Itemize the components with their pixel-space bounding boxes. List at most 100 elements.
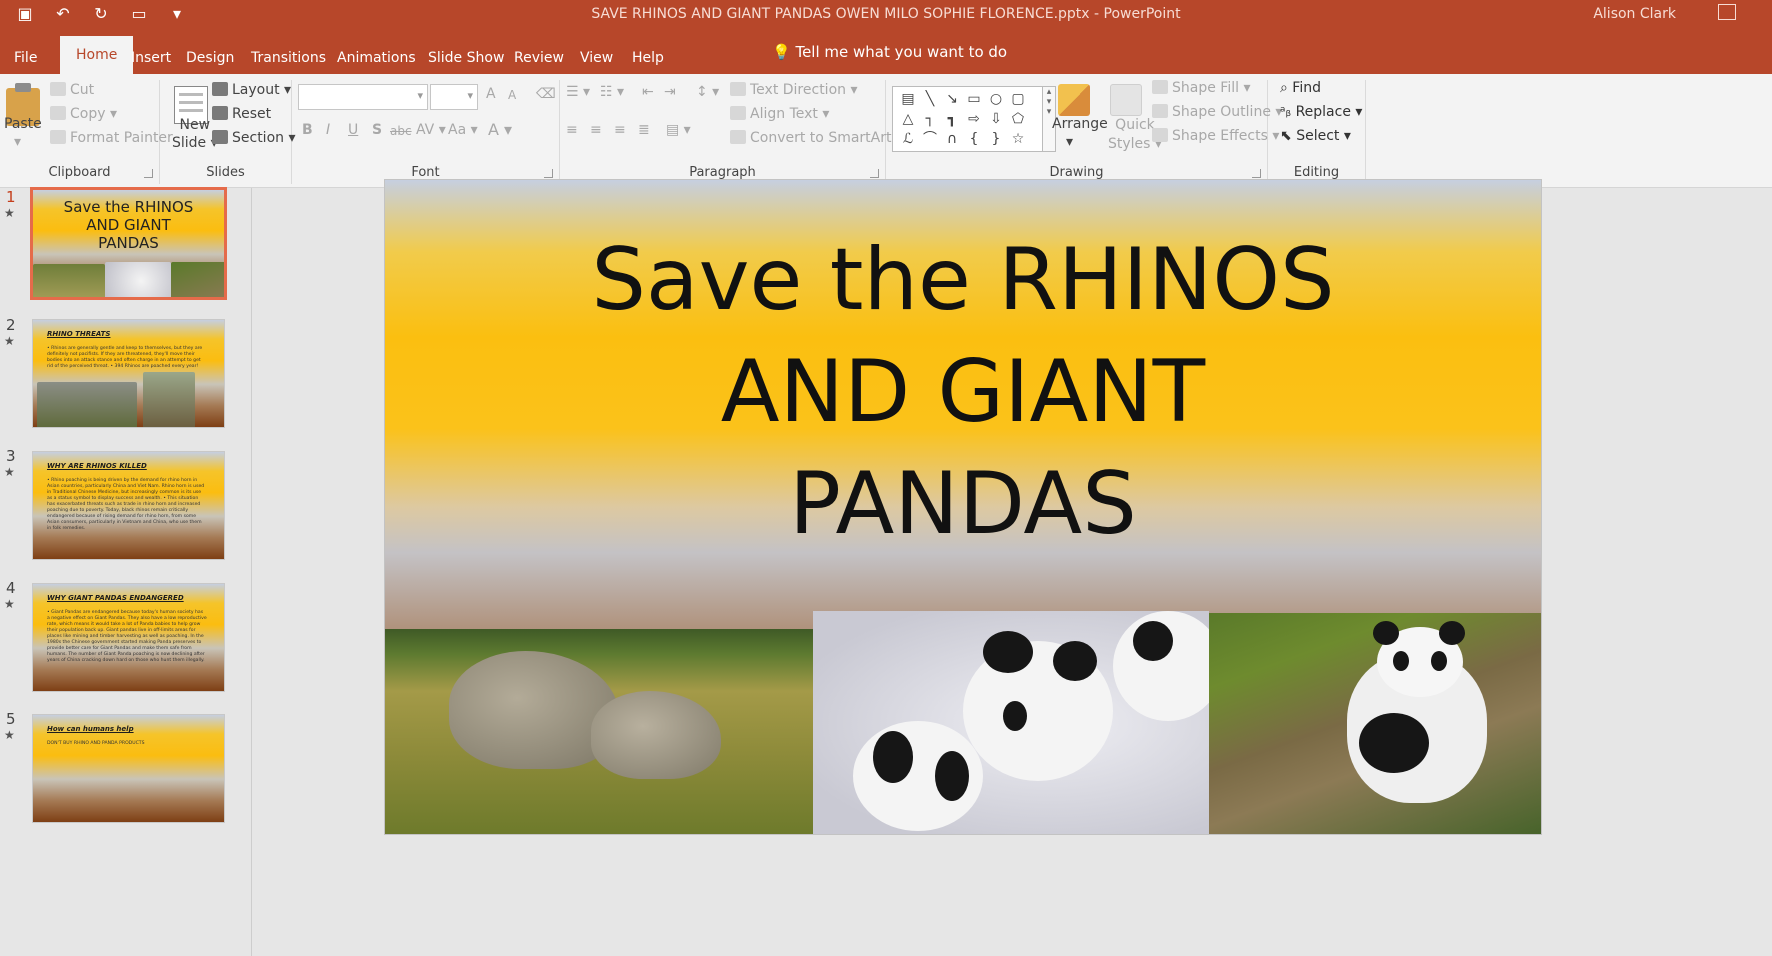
section-icon (212, 130, 228, 144)
bold-button[interactable]: B (302, 122, 313, 138)
reset-button[interactable]: Reset (212, 106, 271, 122)
align-right-icon[interactable]: ≡ (614, 122, 626, 138)
align-center-icon[interactable]: ≡ (590, 122, 602, 138)
panda-cubs-photo[interactable] (813, 611, 1209, 834)
line-shape-icon[interactable]: ╲ (919, 89, 941, 109)
left-brace-shape-icon[interactable]: { (963, 129, 985, 149)
tab-transitions[interactable]: Transitions (239, 42, 338, 74)
elbow-connector-icon[interactable]: ┐ (919, 109, 941, 129)
tab-file[interactable]: File (2, 42, 49, 74)
curve-shape-icon[interactable]: ∩ (941, 129, 963, 149)
panda-ear (1373, 621, 1399, 645)
underline-button[interactable]: U (348, 122, 358, 138)
shrink-font-icon[interactable]: A (508, 88, 516, 102)
text-direction-icon (730, 82, 746, 96)
star-shape-icon[interactable]: ☆ (1007, 129, 1029, 149)
cub-eye-patch (873, 731, 913, 783)
tab-animations[interactable]: Animations (325, 42, 428, 74)
strikethrough-button[interactable]: abc (390, 124, 412, 138)
oval-shape-icon[interactable]: ○ (985, 89, 1007, 109)
grow-font-icon[interactable]: A (486, 86, 496, 102)
paste-button[interactable]: Paste (4, 116, 42, 132)
rectangle-shape-icon[interactable]: ▭ (963, 89, 985, 109)
clear-formatting-icon[interactable]: ⌫ (536, 86, 556, 102)
font-label: Font (411, 165, 440, 180)
copy-button[interactable]: Copy ▾ (50, 106, 117, 122)
user-name[interactable]: Alison Clark (1593, 6, 1676, 22)
right-arrow-shape-icon[interactable]: ⇨ (963, 109, 985, 129)
quick-styles-icon[interactable] (1110, 84, 1142, 116)
decrease-indent-icon[interactable]: ⇤ (642, 84, 654, 100)
format-painter-button[interactable]: Format Painter (50, 130, 173, 146)
arrange-button[interactable]: Arrange (1052, 116, 1108, 132)
arc-shape-icon[interactable]: ⌒ (919, 129, 941, 149)
select-label: Select (1296, 128, 1340, 144)
textbox-shape-icon[interactable]: ▤ (897, 89, 919, 109)
tab-help[interactable]: Help (620, 42, 676, 74)
tell-me-box[interactable]: 💡 Tell me what you want to do (772, 43, 1007, 61)
new-slide-button[interactable]: New Slide ▾ (172, 116, 218, 152)
arrow-line-shape-icon[interactable]: ↘ (941, 89, 963, 109)
columns-button[interactable]: ▤ ▾ (666, 122, 691, 138)
shape-fill-label: Shape Fill (1172, 80, 1239, 96)
change-case-button[interactable]: Aa ▾ (448, 122, 478, 138)
shape-fill-button[interactable]: Shape Fill ▾ (1152, 80, 1250, 96)
tab-design[interactable]: Design (174, 42, 246, 74)
elbow-arrow-icon[interactable]: ┓ (941, 109, 963, 129)
ribbon-display-options-icon[interactable] (1718, 4, 1736, 20)
justify-icon[interactable]: ≣ (638, 122, 650, 138)
text-direction-button[interactable]: Text Direction ▾ (730, 82, 858, 98)
layout-button[interactable]: Layout ▾ (212, 82, 291, 98)
font-name-box[interactable] (298, 84, 428, 110)
align-text-button[interactable]: Align Text ▾ (730, 106, 829, 122)
slide-thumbnail-4[interactable]: WHY GIANT PANDAS ENDANGERED • Giant Pand… (32, 583, 225, 692)
select-button[interactable]: ⬉ Select ▾ (1280, 128, 1351, 144)
current-slide[interactable]: Save the RHINOS AND GIANT PANDAS (384, 179, 1542, 835)
italic-button[interactable]: I (326, 122, 330, 138)
text-shadow-button[interactable]: S (372, 122, 382, 138)
rhino-photo[interactable] (385, 629, 813, 834)
shape-outline-button[interactable]: Shape Outline ▾ (1152, 104, 1282, 120)
magnifier-icon: ⌕ (1280, 80, 1288, 96)
drawing-launcher-icon[interactable] (1252, 169, 1261, 178)
down-arrow-shape-icon[interactable]: ⇩ (985, 109, 1007, 129)
bullets-button[interactable]: ☰ ▾ (566, 84, 590, 100)
paragraph-launcher-icon[interactable] (870, 169, 879, 178)
tab-review[interactable]: Review (502, 42, 576, 74)
slide-thumbnail-2[interactable]: RHINO THREATS • Rhinos are generally gen… (32, 319, 225, 428)
convert-smartart-button[interactable]: Convert to SmartArt ▾ (730, 130, 903, 146)
giant-panda-photo[interactable] (1209, 613, 1541, 834)
scribble-shape-icon[interactable]: ℒ (897, 129, 919, 149)
section-button[interactable]: Section ▾ (212, 130, 296, 146)
character-spacing-button[interactable]: AV ▾ (416, 122, 446, 138)
align-left-icon[interactable]: ≡ (566, 122, 578, 138)
numbering-button[interactable]: ☷ ▾ (600, 84, 624, 100)
font-size-box[interactable] (430, 84, 478, 110)
tab-view[interactable]: View (568, 42, 625, 74)
increase-indent-icon[interactable]: ⇥ (664, 84, 676, 100)
font-launcher-icon[interactable] (544, 169, 553, 178)
paste-dropdown-icon[interactable]: ▾ (14, 134, 21, 150)
arrange-icon[interactable] (1058, 84, 1090, 116)
triangle-shape-icon[interactable]: △ (897, 109, 919, 129)
animation-star-icon: ★ (4, 334, 15, 348)
slide-thumbnail-1[interactable]: Save the RHINOS AND GIANT PANDAS (30, 187, 227, 300)
editing-label: Editing (1293, 165, 1340, 180)
cut-button[interactable]: Cut (50, 82, 94, 98)
shapes-gallery[interactable]: ▤ ╲ ↘ ▭ ○ ▢ △ ┐ ┓ ⇨ ⇩ ⬠ ℒ ⌒ ∩{} ☆ (892, 86, 1044, 152)
shape-effects-button[interactable]: Shape Effects ▾ (1152, 128, 1279, 144)
clipboard-launcher-icon[interactable] (144, 169, 153, 178)
freeform-shape-icon[interactable]: ⬠ (1007, 109, 1029, 129)
slide-thumbnail-5[interactable]: How can humans help DON'T BUY RHINO AND … (32, 714, 225, 823)
slide-thumbnail-3[interactable]: WHY ARE RHINOS KILLED • Rhino poaching i… (32, 451, 225, 560)
right-brace-shape-icon[interactable]: } (985, 129, 1007, 149)
font-color-button[interactable]: A ▾ (488, 120, 512, 139)
arrange-dropdown-icon[interactable]: ▾ (1066, 134, 1073, 150)
slide-title-placeholder[interactable]: Save the RHINOS AND GIANT PANDAS (385, 224, 1541, 560)
rounded-rect-shape-icon[interactable]: ▢ (1007, 89, 1029, 109)
title-bar: ▣ ↶ ↻ ▭ ▾ SAVE RHINOS AND GIANT PANDAS O… (0, 0, 1772, 30)
line-spacing-button[interactable]: ↕ ▾ (696, 84, 719, 100)
replace-button[interactable]: ᵃᵦ Replace ▾ (1280, 104, 1362, 120)
find-button[interactable]: ⌕ Find (1280, 80, 1321, 96)
clipboard-label: Clipboard (48, 165, 111, 180)
